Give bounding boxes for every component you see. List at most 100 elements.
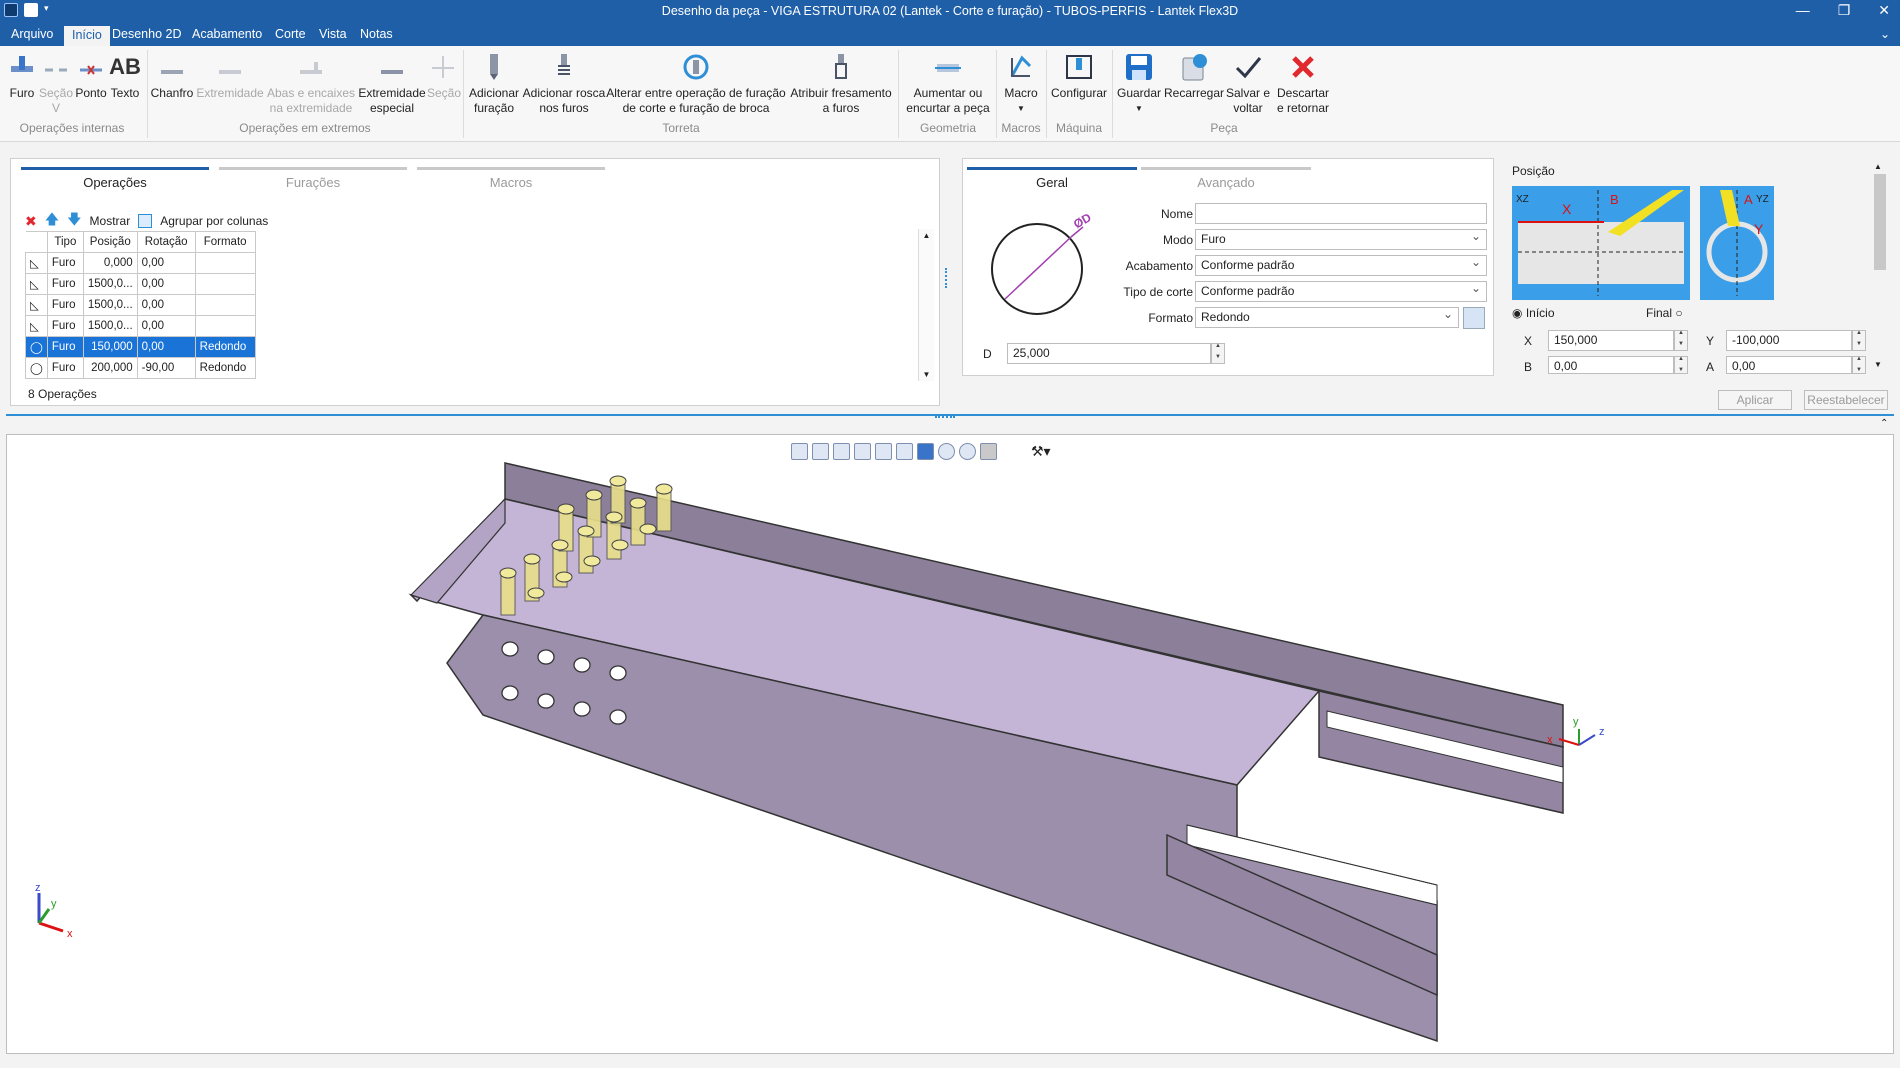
tipo-corte-select[interactable]: Conforme padrão	[1195, 281, 1487, 302]
macro-button[interactable]: Macro ▼	[998, 46, 1044, 116]
abas-encaixes-button[interactable]: Abas e encaixes na extremidade	[266, 46, 356, 116]
adicionar-rosca-button[interactable]: Adicionar rosca nos furos	[522, 46, 606, 116]
tab-geral[interactable]: Geral	[967, 175, 1137, 190]
aplicar-button[interactable]: Aplicar	[1718, 390, 1792, 410]
secao-button[interactable]: Seção	[427, 46, 461, 101]
tab-notas[interactable]: Notas	[360, 27, 393, 41]
column-header-posicao[interactable]: Posição	[82, 231, 138, 253]
adicionar-furacao-button[interactable]: Adicionar furação	[466, 46, 522, 116]
configurar-button[interactable]: Configurar	[1048, 46, 1110, 101]
guardar-dropdown-icon[interactable]: ▼	[1114, 101, 1164, 116]
column-header-rotacao[interactable]: Rotação	[136, 231, 196, 253]
tab-furacoes[interactable]: Furações	[219, 175, 407, 190]
delete-icon[interactable]: ✖	[25, 213, 37, 230]
ribbon-collapse-icon[interactable]: ⌄	[1880, 27, 1890, 41]
descartar-retornar-label: Descartar e retornar	[1276, 86, 1330, 115]
d-spinner[interactable]	[1211, 343, 1225, 364]
column-chooser-icon[interactable]	[138, 214, 153, 228]
ponto-button[interactable]: Ponto	[74, 46, 108, 101]
shape-icon: ◺	[25, 273, 48, 295]
group-operacoes-extremos: Operações em extremos	[239, 121, 371, 135]
macro-dropdown-icon[interactable]: ▼	[998, 101, 1044, 116]
position-scroll-down-icon[interactable]: ▼	[1874, 360, 1882, 369]
secao-v-button[interactable]: Seção V	[38, 46, 74, 116]
chanfro-button[interactable]: Chanfro	[150, 46, 194, 101]
x-input[interactable]: 150,000	[1548, 330, 1674, 351]
guardar-button[interactable]: Guardar ▼	[1114, 46, 1164, 116]
operations-scrollbar[interactable]: ▲ ▼	[918, 229, 934, 381]
acabamento-select[interactable]: Conforme padrão	[1195, 255, 1487, 276]
position-scrollbar[interactable]	[1874, 174, 1886, 270]
recarregar-label: Recarregar	[1164, 86, 1225, 100]
scroll-down-icon[interactable]: ▼	[919, 370, 934, 379]
formato-select[interactable]: Redondo	[1195, 307, 1459, 328]
tab-acabamento[interactable]: Acabamento	[192, 27, 262, 41]
minimize-button[interactable]: —	[1796, 2, 1810, 19]
inicio-radio[interactable]: ◉ Início	[1512, 306, 1555, 320]
move-up-icon[interactable]: 🡅	[45, 209, 59, 233]
collapse-panel-icon[interactable]: ⌃	[1880, 418, 1888, 429]
a-label: A	[1744, 192, 1753, 207]
tab-arquivo[interactable]: Arquivo	[11, 27, 53, 41]
group-peca: Peça	[1210, 121, 1238, 135]
a-spinner[interactable]	[1852, 356, 1866, 374]
position-title: Posição	[1512, 164, 1555, 178]
extremidade-button[interactable]: Extremidade	[195, 46, 265, 101]
b-input[interactable]: 0,00	[1548, 356, 1674, 374]
table-row[interactable]: ◺ Furo 0,000 0,00	[25, 252, 256, 274]
aumentar-encurtar-label: Aumentar ou encurtar a peça	[906, 86, 990, 115]
extremidade-especial-button[interactable]: Extremidade especial	[357, 46, 427, 116]
table-row-selected[interactable]: ◯ Furo 150,000 0,00 Redondo	[25, 336, 256, 358]
table-row[interactable]: ◺ Furo 1500,0... 0,00	[25, 315, 256, 337]
table-row[interactable]: ◺ Furo 1500,0... 0,00	[25, 294, 256, 316]
nome-field[interactable]	[1195, 203, 1487, 224]
a-field-label: A	[1706, 360, 1715, 374]
table-row[interactable]: ◯ Furo 200,000 -90,00 Redondo	[25, 357, 256, 379]
aumentar-encurtar-button[interactable]: Aumentar ou encurtar a peça	[902, 46, 994, 116]
cell-posicao: 0,000	[82, 252, 138, 274]
table-row[interactable]: ◺ Furo 1500,0... 0,00	[25, 273, 256, 295]
y-spinner[interactable]	[1852, 330, 1866, 351]
salvar-voltar-button[interactable]: Salvar e voltar	[1224, 46, 1272, 116]
d-input[interactable]: 25,000	[1007, 343, 1211, 364]
texto-button[interactable]: AB Texto	[108, 46, 142, 101]
atribuir-fresamento-button[interactable]: Atribuir fresamento a furos	[786, 46, 896, 116]
recarregar-button[interactable]: Recarregar	[1164, 46, 1224, 101]
move-down-icon[interactable]: 🡇	[67, 209, 81, 233]
furo-button[interactable]: Furo	[6, 46, 38, 101]
close-button[interactable]: ✕	[1878, 2, 1890, 19]
b-spinner[interactable]	[1674, 356, 1688, 374]
tab-vista[interactable]: Vista	[319, 27, 347, 41]
vertical-splitter[interactable]	[945, 268, 949, 288]
agrupar-colunas-button[interactable]: Agrupar por colunas	[160, 214, 268, 228]
mostrar-button[interactable]: Mostrar	[90, 214, 131, 228]
splitter-grip-icon[interactable]	[935, 416, 955, 420]
final-radio[interactable]: Final ○	[1646, 306, 1683, 320]
tab-operacoes[interactable]: Operações	[21, 175, 209, 190]
3d-viewport[interactable]: ⚒▾ y z x z y x	[6, 434, 1894, 1054]
a-input[interactable]: 0,00	[1726, 356, 1852, 374]
column-header-tipo[interactable]: Tipo	[46, 231, 84, 253]
x-spinner[interactable]	[1674, 330, 1688, 351]
scroll-up-icon[interactable]: ▲	[919, 231, 934, 240]
restabelecer-button[interactable]: Reestabelecer	[1804, 390, 1888, 410]
cell-tipo: Furo	[46, 315, 84, 337]
column-header-formato[interactable]: Formato	[194, 231, 256, 253]
tab-desenho-2d[interactable]: Desenho 2D	[112, 27, 182, 41]
tab-inicio[interactable]: Início	[64, 26, 110, 46]
texto-label: Texto	[110, 86, 140, 100]
alterar-operacao-button[interactable]: Alterar entre operação de furação de cor…	[606, 46, 786, 116]
maximize-button[interactable]: ❐	[1838, 2, 1851, 19]
position-scroll-up-icon[interactable]: ▲	[1874, 162, 1882, 171]
table-header-row: Tipo Posição Rotação Formato	[25, 231, 256, 253]
y-input[interactable]: -100,000	[1726, 330, 1852, 351]
chanfro-label: Chanfro	[150, 86, 194, 100]
tab-indicator	[1141, 167, 1311, 170]
tab-avancado[interactable]: Avançado	[1141, 175, 1311, 190]
tab-macros[interactable]: Macros	[417, 175, 605, 190]
descartar-retornar-button[interactable]: Descartar e retornar	[1272, 46, 1334, 116]
modo-select[interactable]: Furo	[1195, 229, 1487, 250]
tab-corte[interactable]: Corte	[275, 27, 306, 41]
y-field-label: Y	[1706, 334, 1715, 348]
formato-edit-icon[interactable]	[1463, 307, 1485, 329]
